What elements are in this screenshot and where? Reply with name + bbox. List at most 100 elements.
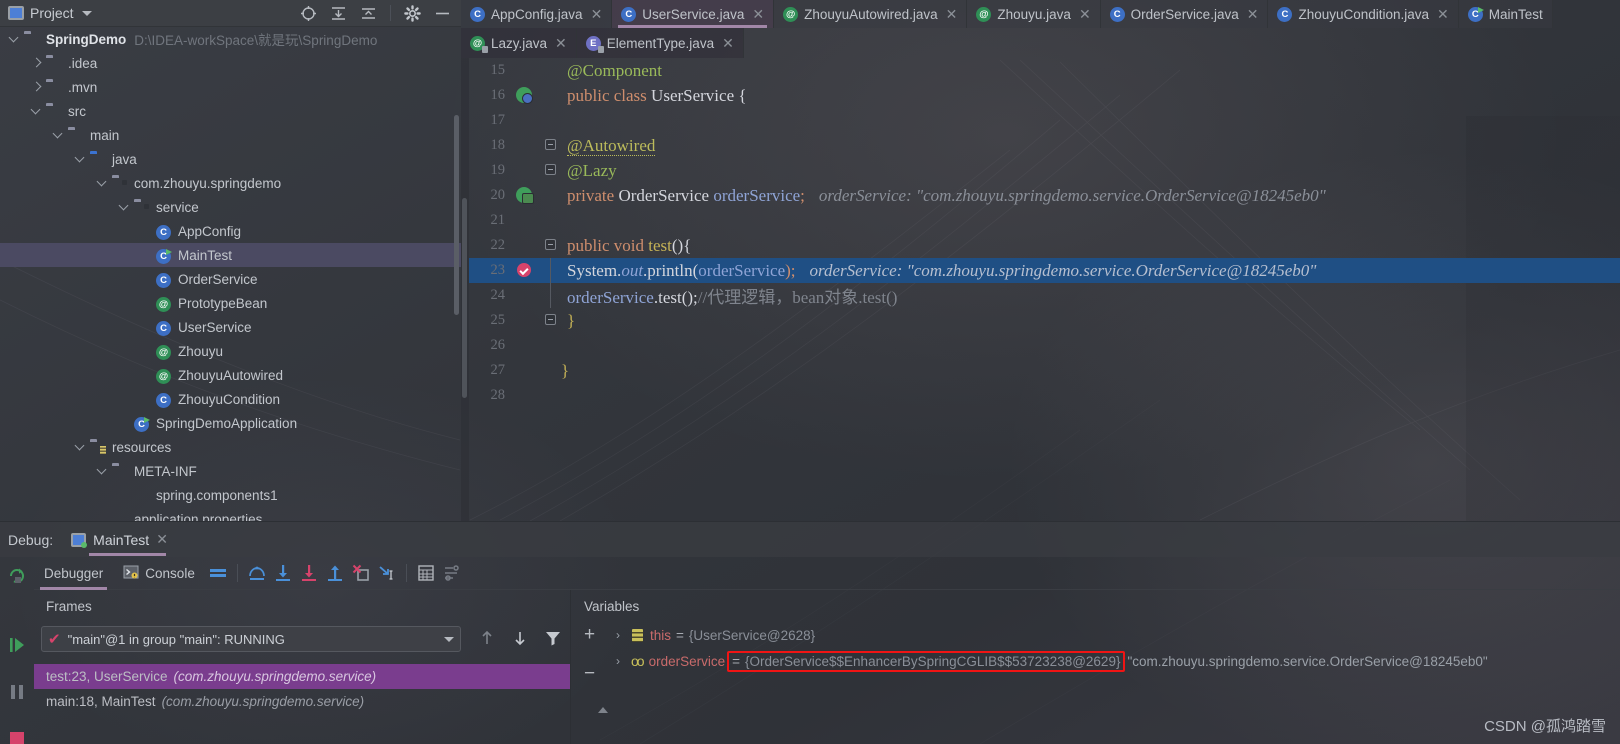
gutter-slot[interactable] xyxy=(509,133,541,158)
close-icon[interactable]: ✕ xyxy=(156,531,168,548)
arrow-down-icon[interactable] xyxy=(511,629,529,652)
tree-item-src[interactable]: src xyxy=(0,99,461,123)
run-to-cursor-icon[interactable] xyxy=(374,557,400,590)
gutter-slot[interactable] xyxy=(509,83,541,108)
inline-debug-hint[interactable]: orderService: "com.zhouyu.springdemo.ser… xyxy=(810,261,1317,280)
fold-expand-icon[interactable] xyxy=(545,314,556,325)
editor-scrollbar[interactable] xyxy=(462,198,467,398)
step-over-icon[interactable] xyxy=(244,557,270,590)
code-line-26[interactable]: 26 xyxy=(469,333,1620,358)
debug-session-tab[interactable]: MainTest ✕ xyxy=(71,522,172,558)
chevron-right-icon[interactable] xyxy=(30,56,44,70)
close-icon[interactable]: ✕ xyxy=(752,7,764,21)
code-line-18[interactable]: 18 @Autowired xyxy=(469,133,1620,158)
tree-item-com-zhouyu-springdemo[interactable]: com.zhouyu.springdemo xyxy=(0,171,461,195)
settings-list-icon[interactable] xyxy=(439,557,465,590)
frames-scroll-up-icon[interactable] xyxy=(598,707,608,713)
gutter-slot[interactable] xyxy=(509,308,541,333)
gutter-slot[interactable] xyxy=(509,58,541,83)
gutter-slot[interactable] xyxy=(509,158,541,183)
remove-watch-button[interactable]: − xyxy=(584,664,595,683)
chevron-right-icon[interactable] xyxy=(30,80,44,94)
tree-item-prototypebean[interactable]: @ PrototypeBean xyxy=(0,291,461,315)
code-editor[interactable]: 15 @Component 16 public class UserServic… xyxy=(461,58,1620,521)
fold-collapse-icon[interactable] xyxy=(545,239,556,250)
chevron-right-icon[interactable]: › xyxy=(610,654,626,668)
fold-slot[interactable] xyxy=(541,158,561,183)
panel-splitter[interactable] xyxy=(570,590,571,744)
fold-slot[interactable] xyxy=(541,383,561,408)
stop-icon[interactable] xyxy=(7,729,27,744)
rerun-icon[interactable] xyxy=(7,566,27,591)
chevron-down-icon[interactable] xyxy=(74,152,88,166)
tree-scrollbar[interactable] xyxy=(454,115,459,315)
tree-item-appconfig[interactable]: C AppConfig xyxy=(0,219,461,243)
tree-item-service[interactable]: service xyxy=(0,195,461,219)
tree-item-maintest[interactable]: C MainTest xyxy=(0,243,461,267)
project-title[interactable]: Project xyxy=(30,5,74,21)
resume-icon[interactable] xyxy=(7,635,27,660)
code-line-23[interactable]: 23 System.out.println(orderService); orde… xyxy=(469,258,1620,283)
debug-action-rail[interactable] xyxy=(0,557,34,744)
close-icon[interactable]: ✕ xyxy=(722,36,734,50)
chevron-right-icon[interactable]: › xyxy=(610,628,626,642)
gutter-slot[interactable] xyxy=(509,333,541,358)
minimize-icon[interactable] xyxy=(434,5,451,22)
fold-slot[interactable] xyxy=(541,208,561,233)
chevron-down-icon[interactable] xyxy=(30,104,44,118)
code-line-28[interactable]: 28 xyxy=(469,383,1620,408)
fold-slot[interactable] xyxy=(541,233,561,258)
tree-item-meta-inf[interactable]: META-INF xyxy=(0,459,461,483)
step-into-icon[interactable] xyxy=(270,557,296,590)
close-icon[interactable]: ✕ xyxy=(1079,7,1091,21)
chevron-down-icon[interactable] xyxy=(96,464,110,478)
fold-slot[interactable] xyxy=(541,58,561,83)
expand-all-icon[interactable] xyxy=(330,5,347,22)
step-out-icon[interactable] xyxy=(322,557,348,590)
tree-item-zhouyuautowired[interactable]: @ ZhouyuAutowired xyxy=(0,363,461,387)
code-line-24[interactable]: 24 orderService.test();//代理逻辑，bean对象.tes… xyxy=(469,283,1620,308)
tree-item-application-properties[interactable]: application.properties xyxy=(0,507,461,523)
chevron-down-icon[interactable] xyxy=(96,176,110,190)
tree-item-main[interactable]: main xyxy=(0,123,461,147)
fold-slot[interactable] xyxy=(541,108,561,133)
chevron-down-icon[interactable] xyxy=(118,200,132,214)
gutter-slot[interactable] xyxy=(509,233,541,258)
force-step-into-icon[interactable] xyxy=(296,557,322,590)
tree-root[interactable]: SpringDemo D:\IDEA-workSpace\就是玩\SpringD… xyxy=(0,27,461,51)
fold-slot[interactable] xyxy=(541,308,561,333)
tab-debugger[interactable]: Debugger xyxy=(34,557,113,590)
fold-collapse-icon[interactable] xyxy=(545,164,556,175)
editor-tab-orderservice-java[interactable]: C OrderService.java ✕ xyxy=(1100,0,1269,28)
gutter-slot[interactable] xyxy=(509,283,541,308)
code-line-27[interactable]: 27 } xyxy=(469,358,1620,383)
gutter-slot[interactable] xyxy=(509,108,541,133)
code-line-21[interactable]: 21 xyxy=(469,208,1620,233)
fold-slot[interactable] xyxy=(541,133,561,158)
chevron-down-icon[interactable] xyxy=(74,440,88,454)
tree-item-orderservice[interactable]: C OrderService xyxy=(0,267,461,291)
fold-collapse-icon[interactable] xyxy=(545,139,556,150)
tree-item-spring-components1[interactable]: spring.components1 xyxy=(0,483,461,507)
editor-tab-zhouyuautowired-java[interactable]: @ ZhouyuAutowired.java ✕ xyxy=(774,0,968,28)
close-icon[interactable]: ✕ xyxy=(591,7,603,21)
editor-tab-zhouyucondition-java[interactable]: C ZhouyuCondition.java ✕ xyxy=(1268,0,1459,28)
fold-slot[interactable] xyxy=(541,358,561,383)
close-icon[interactable]: ✕ xyxy=(1247,7,1259,21)
tree-item-zhouyucondition[interactable]: C ZhouyuCondition xyxy=(0,387,461,411)
thread-selector[interactable]: ✔ "main"@1 in group "main": RUNNING xyxy=(41,626,461,652)
editor-tab-bar-row-1[interactable]: C AppConfig.java ✕ C UserService.java ✕ @ Zhouy… xyxy=(461,0,1620,28)
breakpoint-icon[interactable] xyxy=(517,263,531,277)
editor-tab-appconfig-java[interactable]: C AppConfig.java ✕ xyxy=(461,0,613,28)
code-lines[interactable]: 15 @Component 16 public class UserServic… xyxy=(469,58,1620,521)
tree-item--mvn[interactable]: .mvn xyxy=(0,75,461,99)
tree-item-userservice[interactable]: C UserService xyxy=(0,315,461,339)
project-tree[interactable]: SpringDemo D:\IDEA-workSpace\就是玩\SpringD… xyxy=(0,27,461,522)
chevron-down-icon[interactable] xyxy=(8,32,22,46)
fold-slot[interactable] xyxy=(541,83,561,108)
editor-tab-elementtype-java[interactable]: E ElementType.java ✕ xyxy=(576,28,744,58)
add-watch-button[interactable]: + xyxy=(584,625,595,644)
code-line-19[interactable]: 19 @Lazy xyxy=(469,158,1620,183)
code-line-16[interactable]: 16 public class UserService { xyxy=(469,83,1620,108)
locate-icon[interactable] xyxy=(300,5,317,22)
